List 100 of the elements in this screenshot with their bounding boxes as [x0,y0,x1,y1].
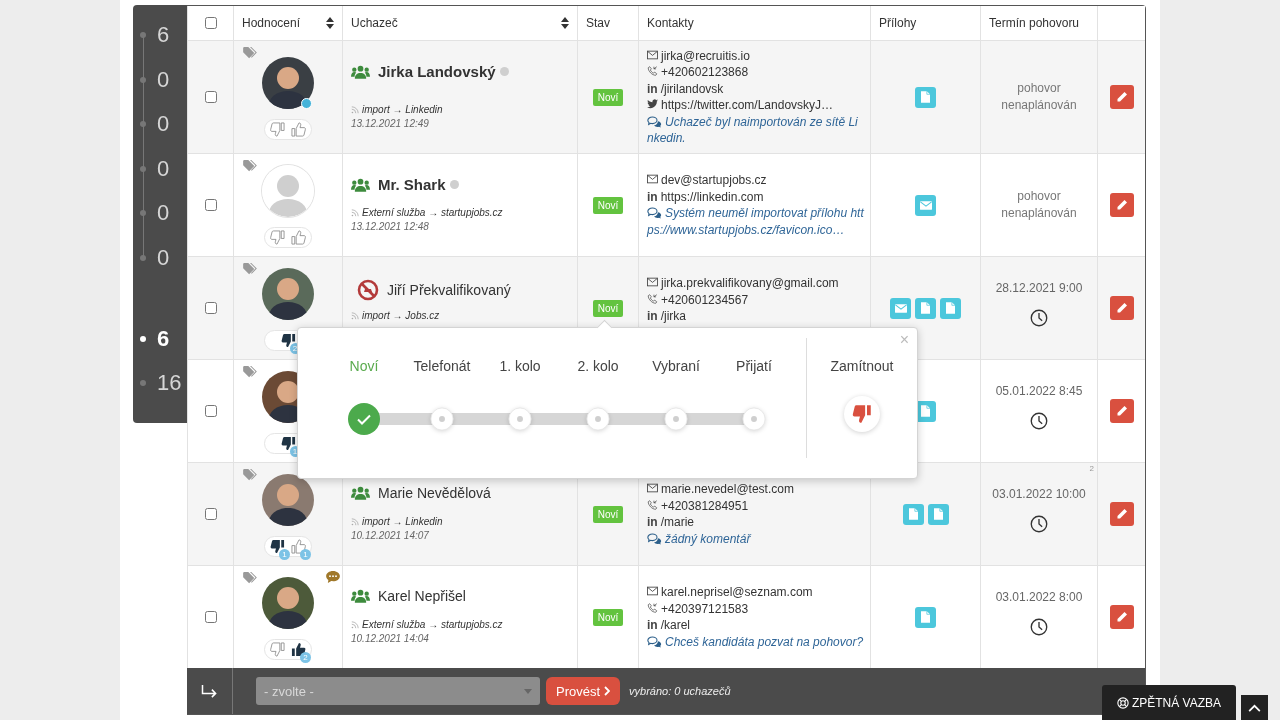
stage-option[interactable]: Přijatí [715,358,793,374]
reject-button[interactable] [844,396,880,432]
document-attachment-button[interactable] [927,503,949,525]
contact-value[interactable]: +420381284951 [661,497,749,514]
contact-value[interactable]: jirka@recruitis.io [661,47,750,64]
document-attachment-button[interactable] [915,86,936,108]
stage-count[interactable]: 0 [133,67,187,113]
comment-link[interactable]: Systém neuměl importovat přílohu https://www.startupjobs.cz/favicon.ico… [647,205,864,238]
contact-value[interactable]: /marie [660,514,694,531]
stage-count[interactable]: 6 [133,326,187,372]
email-attachment-button[interactable] [890,297,911,319]
clock-icon[interactable] [1030,309,1048,327]
stage-count[interactable]: 0 [133,156,187,202]
comment-link[interactable]: Chceš kandidáta pozvat na pohovor? [647,633,864,650]
run-button[interactable]: Provést [546,677,621,705]
stage-option[interactable]: Vybraní [637,358,715,374]
envelope-icon [919,200,932,210]
thumbs-down-icon[interactable] [270,121,285,137]
contact-value[interactable]: +420602123868 [661,64,749,81]
stage-count[interactable]: 16 [133,371,187,416]
thumbs-up-icon[interactable] [291,538,306,554]
row-checkbox[interactable] [204,302,217,314]
contact-value[interactable]: https://linkedin.com [660,188,764,205]
contact-value[interactable]: /karel [660,617,690,634]
contact-value[interactable]: marie.nevedel@test.com [661,481,794,498]
tags-icon[interactable] [243,263,257,275]
speech-bubble-icon[interactable] [326,571,340,583]
sort-icon[interactable] [326,17,334,29]
contact-value[interactable]: jirka.prekvalifikovany@gmail.com [661,275,839,292]
edit-button[interactable] [1109,605,1134,629]
row-checkbox[interactable] [204,405,217,417]
thumbs-down-icon[interactable] [280,435,296,451]
thumbs-down-icon[interactable] [270,229,285,245]
tags-icon[interactable] [243,366,257,378]
step-node[interactable] [586,407,610,431]
stage-count[interactable]: 0 [133,201,187,246]
clock-icon[interactable] [1030,515,1048,533]
envelope-icon [647,174,658,184]
edit-button[interactable] [1109,502,1134,526]
edit-button[interactable] [1109,193,1134,217]
contact-value[interactable]: https://twitter.com/LandovskyJ… [661,97,834,114]
candidate-name[interactable]: Karel Nepřišel [378,588,466,604]
email-attachment-button[interactable] [915,194,936,216]
tags-icon[interactable] [243,160,257,172]
phone-icon [647,293,658,304]
stage-count[interactable]: 0 [133,245,187,291]
contact-value[interactable]: dev@startupjobs.cz [661,172,767,189]
candidate-name[interactable]: Mr. Shark [378,176,446,193]
feedback-button[interactable]: ZPĚTNÁ VAZBA [1102,685,1236,720]
contact-value[interactable]: /jirka [660,308,686,325]
stage-option[interactable]: Telefonát [403,358,481,374]
comment-link[interactable]: žádný komentář [647,530,864,547]
thumbs-down-icon[interactable] [270,538,285,554]
document-attachment-button[interactable] [940,297,961,319]
chat-bubbles-icon [647,532,662,545]
pencil-icon [1115,508,1128,520]
stage-option[interactable]: 2. kolo [559,358,637,374]
step-done-node[interactable] [348,403,380,435]
reject-label[interactable]: Zamítnout [830,358,894,374]
candidate-name[interactable]: Jirka Landovský [378,63,496,80]
tags-icon[interactable] [243,469,257,481]
thumbs-up-icon[interactable] [291,229,306,245]
row-checkbox[interactable] [204,508,217,520]
comment-link[interactable]: Uchazeč byl naimportován ze sítě Linkedin. [647,113,864,147]
tags-icon[interactable] [243,47,257,59]
contact-value[interactable]: +420601234567 [661,291,749,309]
document-icon [921,302,930,314]
candidate-name[interactable]: Jiří Překvalifikovaný [387,282,511,298]
document-icon [908,508,918,520]
thumbs-down-icon[interactable] [270,641,285,657]
chat-bubbles-icon [647,115,662,128]
step-node[interactable] [742,407,766,431]
contact-value[interactable]: /jirilandovsk [660,80,724,97]
clock-icon[interactable] [1030,618,1048,636]
row-checkbox[interactable] [204,91,217,103]
document-attachment-button[interactable] [902,503,924,525]
stage-option[interactable]: 1. kolo [481,358,559,374]
stage-count[interactable]: 6 [133,23,187,68]
step-node[interactable] [664,407,688,431]
thumbs-down-icon[interactable] [280,332,296,348]
step-node[interactable] [430,407,454,431]
document-attachment-button[interactable] [915,606,936,628]
stage-count[interactable]: 0 [133,112,187,157]
edit-button[interactable] [1109,399,1134,423]
tags-icon[interactable] [243,572,257,584]
sort-icon[interactable] [561,17,569,29]
contact-value[interactable]: +420397121583 [661,600,749,617]
thumbs-up-icon[interactable] [291,641,306,657]
document-attachment-button[interactable] [915,297,936,319]
candidate-name[interactable]: Marie Nevědělová [378,485,491,501]
row-checkbox[interactable] [204,199,217,211]
contact-value[interactable]: karel.neprisel@seznam.com [661,584,813,601]
select-all-checkbox[interactable] [204,17,217,29]
scroll-top-button[interactable] [1241,695,1268,720]
clock-icon[interactable] [1030,412,1048,430]
step-node[interactable] [508,407,532,431]
thumbs-up-icon[interactable] [291,121,306,137]
edit-button[interactable] [1109,296,1134,320]
edit-button[interactable] [1109,85,1134,109]
row-checkbox[interactable] [204,611,217,623]
